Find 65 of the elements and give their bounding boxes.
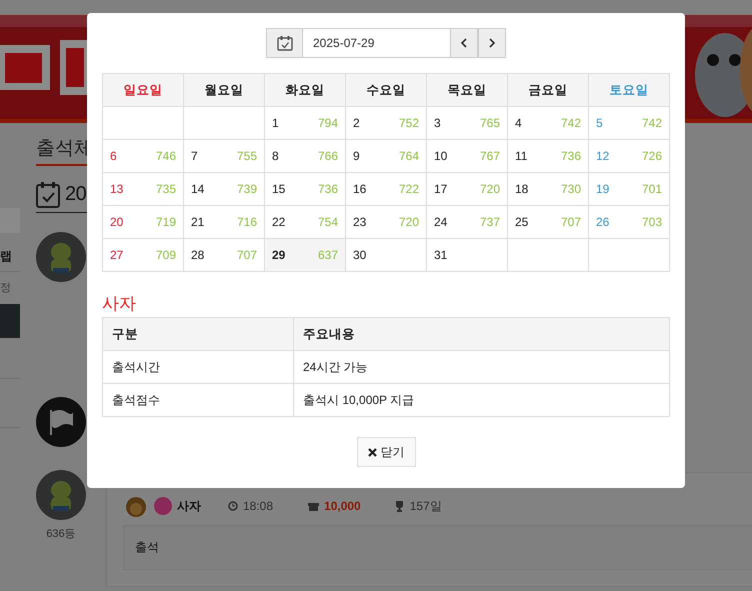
weekday-header: 금요일: [508, 74, 588, 106]
calendar-day[interactable]: 10 767: [426, 140, 508, 172]
calendar-icon: [36, 180, 60, 208]
weekday-header: 일요일: [102, 74, 184, 106]
weekday-header: 화요일: [264, 74, 346, 106]
days-label: 157일: [410, 498, 442, 514]
calendar-day[interactable]: 11 736: [508, 140, 588, 172]
points-label: 10,000: [324, 499, 361, 513]
date-heading: 20: [65, 182, 86, 207]
chevron-left-icon: [460, 38, 468, 48]
weekday-header: 수요일: [346, 74, 426, 106]
date-field[interactable]: 2025-07-29: [303, 28, 450, 58]
calendar-day[interactable]: 27 709: [102, 238, 184, 272]
avatar-icon: [36, 470, 86, 520]
table-cell: 출석시간: [102, 350, 294, 384]
calendar-day[interactable]: 14 739: [184, 172, 264, 206]
avatar-icon: [36, 232, 86, 282]
user-name: 사자: [177, 498, 201, 514]
calendar-day[interactable]: 18 730: [508, 172, 588, 206]
calendar-day[interactable]: 3 765: [426, 106, 508, 140]
calendar-day[interactable]: 13 735: [102, 172, 184, 206]
calendar-day[interactable]: 31: [426, 238, 508, 272]
calendar-day[interactable]: 4 742: [508, 106, 588, 140]
calendar-day[interactable]: 30: [346, 238, 426, 272]
prev-button[interactable]: [450, 28, 478, 58]
clock-icon: [228, 501, 238, 511]
trophy-icon: [394, 500, 405, 512]
calendar-button[interactable]: [266, 28, 303, 58]
calendar-day[interactable]: 21 716: [184, 206, 264, 238]
table-cell: 출석점수: [102, 384, 294, 416]
weekday-header: 월요일: [184, 74, 264, 106]
weekday-header: 목요일: [426, 74, 508, 106]
calendar-day[interactable]: 7 755: [184, 140, 264, 172]
calendar-day[interactable]: 2 752: [346, 106, 426, 140]
table-cell: 24시간 가능: [294, 350, 670, 384]
comment-text: 출석: [123, 525, 752, 570]
table-cell: 출석시 10,000P 지급: [294, 384, 670, 416]
flag-icon: [36, 397, 86, 447]
gift-icon: [308, 501, 320, 511]
calendar-day[interactable]: 6 746: [102, 140, 184, 172]
side-menu-text: 랩: [0, 249, 13, 263]
next-button[interactable]: [478, 28, 506, 58]
calendar-icon: [276, 35, 292, 51]
weekday-header: 토요일: [588, 74, 670, 106]
calendar-day[interactable]: 16 722: [346, 172, 426, 206]
calendar-day[interactable]: 29 637: [264, 238, 346, 272]
calendar-day[interactable]: 23 720: [346, 206, 426, 238]
calendar-day[interactable]: 9 764: [346, 140, 426, 172]
calendar-day[interactable]: 17 720: [426, 172, 508, 206]
column-header: 구분: [102, 318, 294, 350]
side-menu-text: 정: [0, 282, 12, 294]
column-header: 주요내용: [294, 318, 670, 350]
calendar-day[interactable]: 25 707: [508, 206, 588, 238]
close-button[interactable]: 닫기: [356, 437, 416, 467]
section-title: 사자: [102, 294, 137, 314]
calendar-day[interactable]: 8 766: [264, 140, 346, 172]
rank-label: 636등: [46, 527, 76, 541]
calendar-day[interactable]: 1 794: [264, 106, 346, 140]
close-icon: [368, 448, 376, 456]
ball-icon: [154, 497, 172, 515]
calendar-day[interactable]: 24 737: [426, 206, 508, 238]
calendar-day[interactable]: 20 719: [102, 206, 184, 238]
chevron-right-icon: [488, 38, 496, 48]
time-label: 18:08: [243, 499, 274, 513]
calendar-day[interactable]: 15 736: [264, 172, 346, 206]
